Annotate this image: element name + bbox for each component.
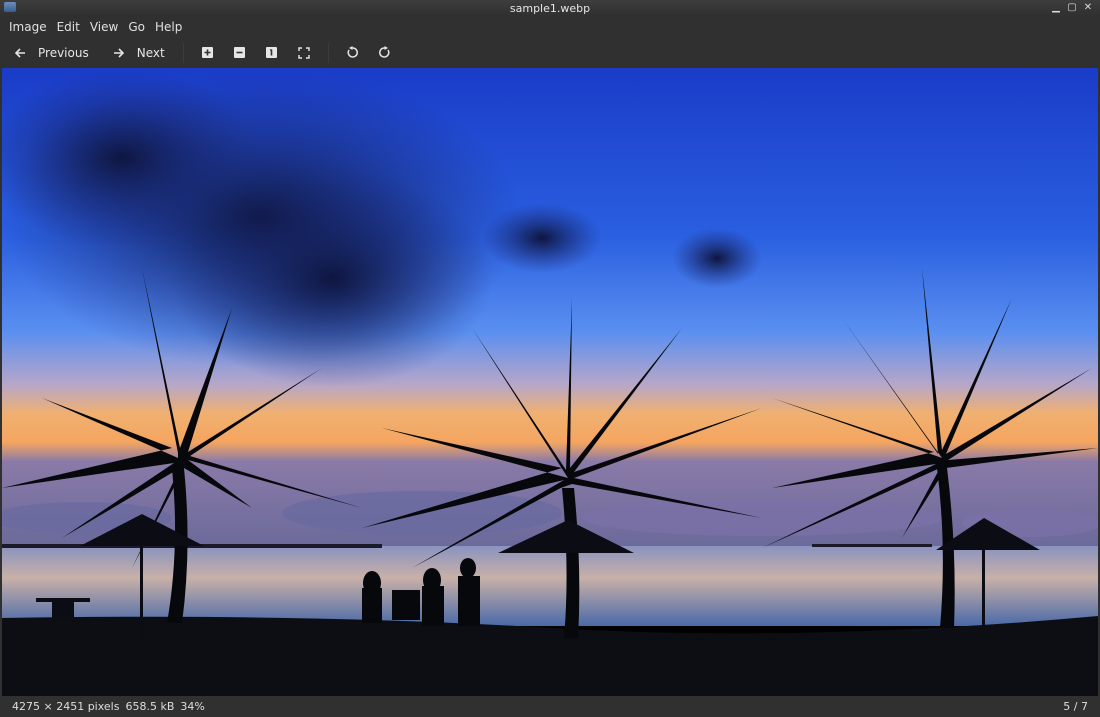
status-bar: 4275 × 2451 pixels 658.5 kB 34% 5 / 7 bbox=[0, 696, 1100, 717]
menu-bar: Image Edit View Go Help bbox=[0, 17, 1100, 37]
window-controls: ▁ ▢ ✕ bbox=[1050, 2, 1094, 14]
minimize-icon[interactable]: ▁ bbox=[1050, 2, 1062, 14]
fit-window-icon[interactable] bbox=[296, 45, 312, 61]
file-size: 658.5 kB bbox=[125, 700, 175, 713]
next-label: Next bbox=[136, 45, 165, 60]
menu-edit[interactable]: Edit bbox=[52, 20, 85, 34]
window-title: sample1.webp bbox=[509, 2, 591, 15]
menu-help[interactable]: Help bbox=[150, 20, 187, 34]
zoom-out-icon[interactable] bbox=[232, 45, 248, 61]
toolbar: Previous Next bbox=[0, 37, 1100, 68]
toolbar-separator bbox=[327, 42, 329, 63]
rotate-right-icon[interactable] bbox=[377, 45, 393, 61]
menu-go[interactable]: Go bbox=[123, 20, 150, 34]
page-counter: 5 / 7 bbox=[1063, 700, 1088, 713]
menu-view[interactable]: View bbox=[85, 20, 123, 34]
image-dimensions: 4275 × 2451 pixels bbox=[12, 700, 120, 713]
previous-button[interactable]: Previous bbox=[12, 41, 89, 65]
previous-label: Previous bbox=[38, 45, 89, 60]
close-icon[interactable]: ✕ bbox=[1082, 2, 1094, 14]
arrow-right-icon bbox=[111, 45, 127, 61]
image-viewport[interactable] bbox=[2, 68, 1098, 696]
menu-image[interactable]: Image bbox=[4, 20, 52, 34]
arrow-left-icon bbox=[12, 45, 28, 61]
next-button[interactable]: Next bbox=[111, 41, 165, 65]
title-bar: sample1.webp ▁ ▢ ✕ bbox=[0, 0, 1100, 17]
zoom-in-icon[interactable] bbox=[200, 45, 216, 61]
beach-sunset-photo bbox=[2, 68, 1098, 696]
actual-size-icon[interactable] bbox=[264, 45, 280, 61]
rotate-left-icon[interactable] bbox=[345, 45, 361, 61]
zoom-level: 34% bbox=[180, 700, 205, 713]
toolbar-separator bbox=[182, 42, 184, 63]
maximize-icon[interactable]: ▢ bbox=[1066, 2, 1078, 14]
image-viewer-window: sample1.webp ▁ ▢ ✕ Image Edit View Go He… bbox=[0, 0, 1100, 717]
